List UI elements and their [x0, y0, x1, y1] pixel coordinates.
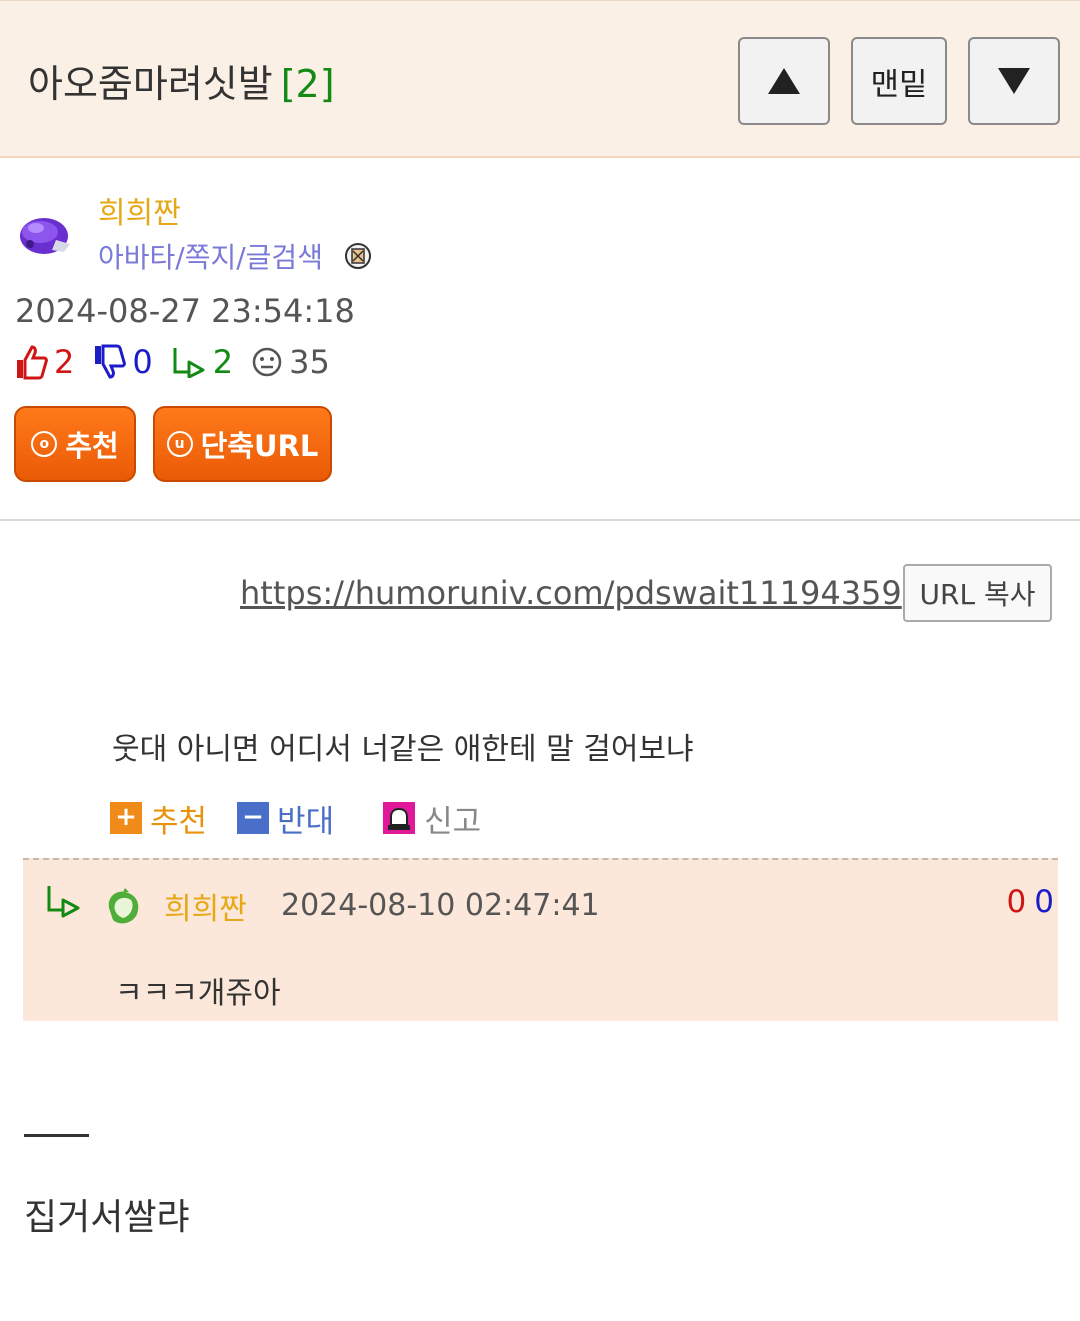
short-url-button[interactable]: u 단축URL	[153, 406, 332, 482]
post-title-text: 아오줌마려싯발	[28, 62, 273, 106]
siren-report-icon	[383, 802, 416, 834]
thumbs-down-icon	[95, 344, 127, 379]
downvote-stat: 0	[92, 343, 153, 381]
short-url-button-label: 단축URL	[200, 429, 319, 463]
comment-recommend-label: 추천	[150, 803, 208, 840]
view-count: 35	[289, 343, 330, 381]
copy-url-button[interactable]: URL 복사	[903, 564, 1052, 622]
scroll-bottom-button[interactable]: 맨밑	[851, 37, 947, 125]
reply-author-name[interactable]: 희희짠	[164, 884, 247, 928]
view-stat: 35	[251, 343, 330, 381]
author-name[interactable]: 희희짠	[98, 188, 181, 232]
smiley-view-icon	[252, 347, 282, 377]
post-date: 2024-08-27 23:54:18	[15, 292, 355, 330]
reply-comment: 희희짠 2024-08-10 02:47:41 00 ㅋㅋㅋ개쥬아	[23, 858, 1058, 1021]
upvote-count: 2	[54, 343, 75, 381]
downvote-count: 0	[132, 343, 153, 381]
reply-arrow-icon	[47, 886, 80, 918]
reply-stat: 2	[171, 343, 233, 381]
page-header: 아오줌마려싯발 [2] 맨밑	[0, 0, 1080, 158]
recommend-circle-icon: o	[31, 431, 58, 457]
post-body-text: 집거서쌀랴	[24, 1197, 190, 1238]
comment-oppose-action[interactable]: − 반대	[237, 796, 334, 841]
author-menu-links[interactable]: 아바타/쪽지/글검색	[98, 236, 323, 276]
reply-count: 2	[212, 343, 234, 381]
plus-icon: +	[110, 802, 142, 834]
reply-date: 2024-08-10 02:47:41	[281, 888, 600, 923]
short-url-link[interactable]: https://humoruniv.com/pdswait11194359	[240, 574, 902, 612]
reply-text: ㅋㅋㅋ개쥬아	[115, 976, 281, 1011]
comment-oppose-label: 반대	[277, 803, 335, 840]
thumbs-up-icon	[17, 345, 48, 380]
triangle-down-icon	[998, 68, 1030, 94]
author-avatar[interactable]	[16, 206, 74, 260]
comment-recommend-action[interactable]: + 추천	[110, 796, 207, 841]
upvote-stat: 2	[14, 343, 74, 381]
section-divider	[0, 519, 1080, 521]
reply-avatar[interactable]	[103, 886, 145, 928]
reply-downvote-count: 0	[1034, 884, 1054, 920]
comment-count: [2]	[280, 62, 335, 106]
post-title: 아오줌마려싯발 [2]	[28, 53, 335, 108]
member-badge-icon	[345, 243, 371, 269]
scroll-up-button[interactable]	[738, 37, 830, 125]
reply-vote-counts: 00	[1007, 884, 1054, 920]
scroll-down-button[interactable]	[968, 37, 1060, 125]
body-dash-separator	[24, 1134, 89, 1137]
comment-report-label: 신고	[424, 803, 482, 840]
triangle-up-icon	[768, 68, 800, 94]
minus-icon: −	[237, 802, 270, 834]
comment-actions: + 추천 − 반대 신고	[110, 796, 511, 841]
recommend-button-label: 추천	[65, 429, 119, 463]
comment-text: 웃대 아니면 어디서 너같은 애한테 말 걸어보냐	[112, 732, 694, 767]
comment-report-action[interactable]: 신고	[382, 796, 481, 841]
reply-arrow-icon	[173, 348, 205, 378]
recommend-button[interactable]: o 추천	[14, 406, 136, 482]
post-stats: 2 0 2 35	[14, 342, 348, 382]
reply-upvote-count: 0	[1006, 884, 1027, 920]
short-url-circle-icon: u	[166, 431, 193, 457]
